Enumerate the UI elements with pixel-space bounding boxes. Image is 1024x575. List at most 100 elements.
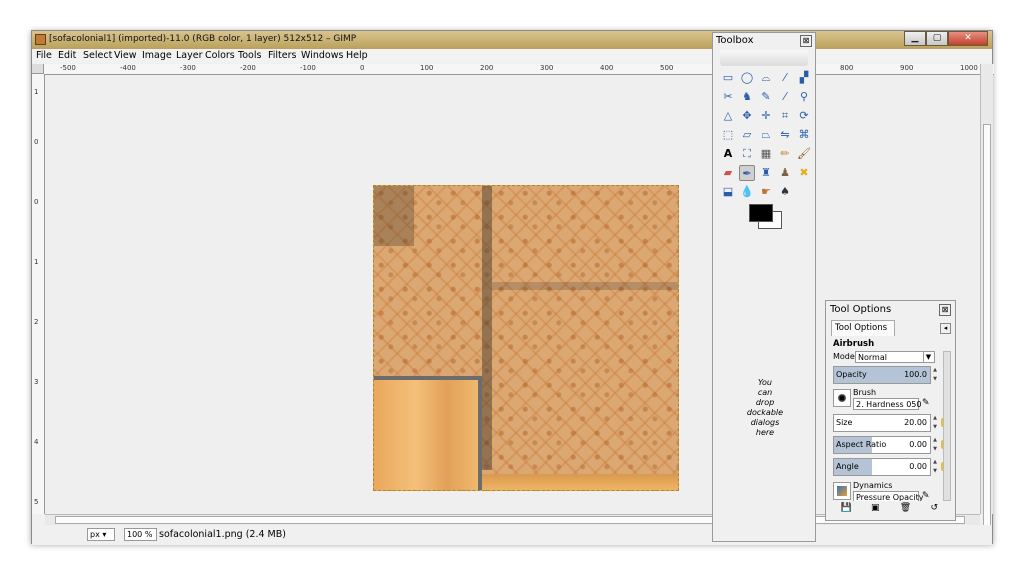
maximize-button[interactable]: ▢ — [926, 31, 948, 46]
tool-options-close-button[interactable]: ⊠ — [939, 304, 951, 316]
size-slider[interactable]: Size 20.00 — [833, 414, 931, 432]
restore-options-icon[interactable]: ▣ — [870, 503, 880, 513]
menu-colors[interactable]: Colors — [205, 50, 235, 61]
close-button[interactable]: ✕ — [948, 31, 988, 46]
rect-select-icon[interactable]: ▭ — [720, 70, 736, 86]
menu-image[interactable]: Image — [142, 50, 172, 61]
save-options-icon[interactable]: 💾 — [841, 503, 852, 513]
perspective-icon[interactable]: ⏢ — [758, 127, 774, 143]
color-select-icon[interactable]: ▞ — [796, 70, 812, 86]
ruler-tick: 5 — [34, 498, 39, 506]
opacity-slider[interactable]: Opacity 100.0 — [833, 366, 931, 384]
edit-brush-icon[interactable]: ✎ — [922, 398, 932, 409]
crop-icon[interactable]: ⌗ — [777, 108, 793, 124]
scissors-select-icon[interactable]: ✂ — [720, 89, 736, 105]
foreground-color-swatch[interactable] — [749, 204, 773, 222]
wilber-drop-area[interactable] — [720, 50, 808, 66]
free-select-icon[interactable]: ⌓ — [758, 70, 774, 86]
scale-icon[interactable]: ⬚ — [720, 127, 736, 143]
pencil-icon[interactable]: ✏ — [777, 146, 793, 162]
tab-menu-button[interactable]: ◂ — [940, 323, 951, 334]
menu-layer[interactable]: Layer — [176, 50, 203, 61]
ruler-tick: 0 — [34, 198, 39, 206]
bucket-fill-icon[interactable]: ⛶ — [739, 146, 755, 162]
move-icon[interactable]: ✥ — [739, 108, 755, 124]
dynamics-name-field[interactable]: Pressure Opacity — [853, 491, 923, 501]
dynamics-preview[interactable] — [833, 482, 851, 500]
tab-tool-options[interactable]: Tool Options — [831, 320, 895, 336]
cage-transform-icon[interactable]: ⌘ — [796, 127, 812, 143]
ellipse-select-icon[interactable]: ◯ — [739, 70, 755, 86]
brush-preview[interactable] — [833, 389, 851, 407]
rotate-icon[interactable]: ⟳ — [796, 108, 812, 124]
opacity-label: Opacity — [836, 370, 867, 379]
shear-icon[interactable]: ▱ — [739, 127, 755, 143]
blur-sharpen-icon[interactable]: 💧 — [739, 184, 755, 200]
eraser-icon[interactable]: ▰ — [720, 165, 736, 181]
mode-select[interactable]: Normal ▼ — [855, 351, 935, 363]
tab-label: Tool Options — [835, 323, 888, 333]
status-file-info: sofacolonial1.png (2.4 MB) — [159, 529, 286, 540]
brush-icon — [838, 394, 846, 402]
ruler-tick: 3 — [34, 378, 39, 386]
image-wood-panel — [374, 376, 482, 490]
horizontal-ruler[interactable]: -500 -400 -300 -200 -100 0 100 200 300 4… — [44, 64, 994, 75]
toolbox-close-button[interactable]: ⊠ — [800, 35, 812, 47]
brush-name-field[interactable]: 2. Hardness 050 — [853, 398, 921, 410]
flip-icon[interactable]: ⇋ — [777, 127, 793, 143]
vertical-ruler[interactable]: 1 0 0 1 2 3 4 5 — [32, 74, 45, 514]
status-bar: px ▾ 100 % sofacolonial1.png (2.4 MB) — [32, 525, 992, 545]
ink-icon[interactable]: ♜ — [758, 165, 774, 181]
tool-options-title: Tool Options — [830, 304, 892, 315]
image-shadow — [374, 186, 414, 246]
menu-view[interactable]: View — [114, 50, 137, 61]
aspect-ratio-slider[interactable]: Aspect Ratio 0.00 — [833, 436, 931, 454]
menu-bar: File Edit Select View Image Layer Colors… — [32, 49, 992, 63]
menu-tools[interactable]: Tools — [238, 50, 261, 61]
fuzzy-select-icon[interactable]: ⁄ — [777, 70, 793, 86]
blend-icon[interactable]: ▦ — [758, 146, 774, 162]
clone-icon[interactable]: ♟ — [777, 165, 793, 181]
ruler-tick: 200 — [480, 64, 494, 72]
paintbrush-icon[interactable]: 🖌 — [796, 146, 812, 162]
menu-file[interactable]: File — [36, 50, 52, 61]
vertical-scroll-thumb[interactable] — [983, 124, 991, 534]
measure-icon[interactable]: △ — [720, 108, 736, 124]
paths-icon[interactable]: ✎ — [758, 89, 774, 105]
zoom-icon[interactable]: ⚲ — [796, 89, 812, 105]
aspect-ratio-spin-buttons[interactable]: ▲ ▼ — [932, 436, 938, 454]
ruler-tick: 500 — [660, 64, 674, 72]
menu-windows[interactable]: Windows — [301, 50, 343, 61]
unit-select[interactable]: px ▾ — [87, 528, 115, 541]
minimize-button[interactable]: ▁ — [904, 31, 926, 46]
menu-filters[interactable]: Filters — [268, 50, 296, 61]
heal-icon[interactable]: ✖ — [796, 165, 812, 181]
image-floor — [482, 474, 678, 490]
reset-options-icon[interactable]: ↺ — [929, 503, 939, 513]
dodge-burn-icon[interactable]: ♠ — [777, 184, 793, 200]
angle-slider[interactable]: Angle 0.00 — [833, 458, 931, 476]
edit-dynamics-icon[interactable]: ✎ — [922, 491, 932, 501]
dynamics-label: Dynamics — [853, 481, 893, 490]
menu-help[interactable]: Help — [346, 50, 368, 61]
image-canvas[interactable] — [373, 185, 679, 491]
zoom-select[interactable]: 100 % — [124, 528, 157, 541]
smudge-icon[interactable]: ☛ — [758, 184, 774, 200]
ruler-corner[interactable] — [32, 64, 44, 74]
airbrush-icon[interactable]: ✒ — [739, 165, 755, 181]
foreground-select-icon[interactable]: ♞ — [739, 89, 755, 105]
text-tool-icon[interactable]: A — [720, 146, 736, 162]
menu-edit[interactable]: Edit — [58, 50, 76, 61]
toolbox-dock: Toolbox ⊠ ▭ ◯ ⌓ ⁄ ▞ ✂ ♞ ✎ ⁄ ⚲ △ ✥ ✛ ⌗ ⟳ … — [712, 32, 816, 542]
perspective-clone-icon[interactable]: ⬓ — [720, 184, 736, 200]
size-spin-buttons[interactable]: ▲ ▼ — [932, 414, 938, 432]
vertical-scrollbar[interactable] — [980, 64, 993, 534]
tool-options-scrollbar[interactable] — [943, 351, 951, 501]
delete-options-icon[interactable]: 🗑 — [900, 503, 911, 513]
color-picker-icon[interactable]: ⁄ — [777, 89, 793, 105]
menu-select[interactable]: Select — [83, 50, 112, 61]
opacity-spin-buttons[interactable]: ▲ ▼ — [932, 366, 938, 384]
title-bar[interactable]: [sofacolonial1] (imported)-11.0 (RGB col… — [32, 31, 992, 49]
angle-spin-buttons[interactable]: ▲ ▼ — [932, 458, 938, 476]
align-icon[interactable]: ✛ — [758, 108, 774, 124]
